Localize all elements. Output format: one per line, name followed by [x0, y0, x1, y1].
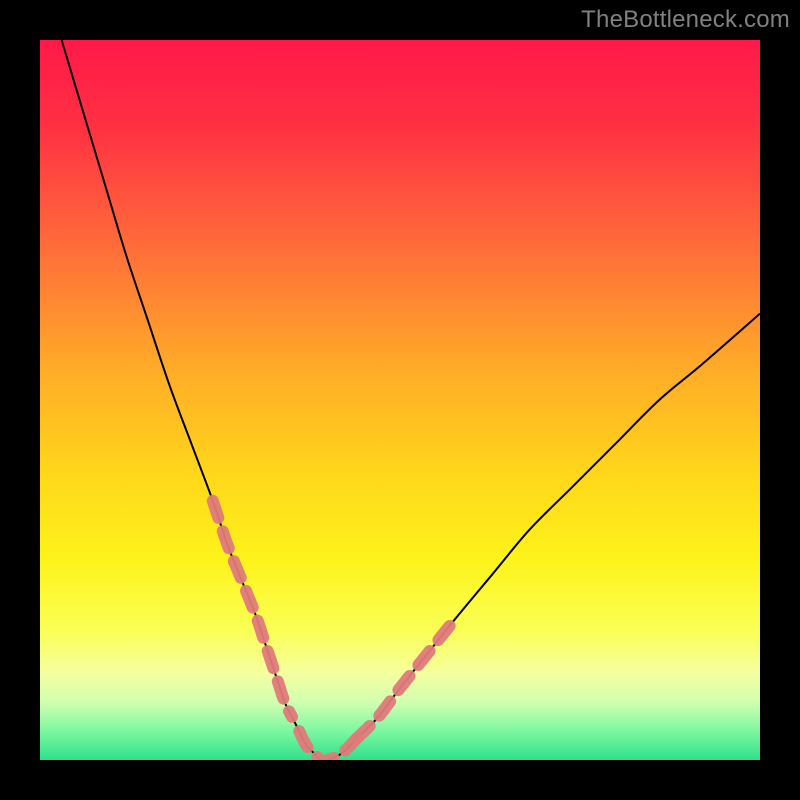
plot-area	[40, 40, 760, 760]
series-highlight-right	[357, 616, 458, 738]
watermark-text: TheBottleneck.com	[581, 6, 790, 34]
series-highlight-left	[213, 501, 292, 717]
curve-layer	[40, 40, 760, 760]
outer-frame: TheBottleneck.com	[0, 0, 800, 800]
series-highlight-bottom	[299, 731, 357, 760]
series-bottleneck-curve	[62, 40, 760, 760]
